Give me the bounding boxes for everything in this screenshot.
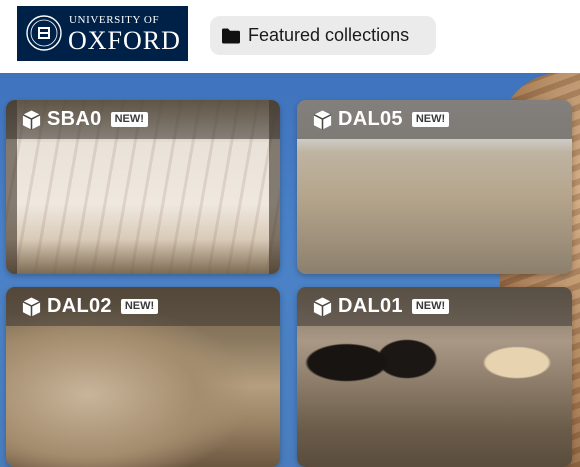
featured-collections-label: Featured collections (248, 25, 410, 45)
oxford-logo[interactable]: UNIVERSITY OF OXFORD (17, 6, 188, 61)
cube-icon (313, 109, 332, 130)
card-header: SBA0 NEW! (6, 100, 280, 139)
featured-collections-button[interactable]: Featured collections (210, 16, 436, 55)
card-title: DAL02 (47, 295, 112, 317)
new-badge: NEW! (411, 299, 450, 314)
new-badge: NEW! (110, 112, 148, 127)
folder-icon (222, 28, 240, 43)
collection-card-dal05[interactable]: DAL05 NEW! (297, 100, 572, 274)
collection-card-dal02[interactable]: DAL02 NEW! (6, 287, 280, 467)
card-header: DAL01 NEW! (297, 287, 572, 326)
logo-oxford: OXFORD (68, 26, 181, 55)
top-bar: UNIVERSITY OF OXFORD Featured collection… (0, 0, 580, 73)
card-header: DAL02 NEW! (6, 287, 280, 326)
collection-card-dal01[interactable]: DAL01 NEW! (297, 287, 572, 467)
cube-icon (22, 109, 41, 130)
crest-icon (26, 15, 62, 51)
new-badge: NEW! (411, 112, 450, 127)
new-badge: NEW! (120, 299, 159, 314)
collection-card-sba0[interactable]: SBA0 NEW! (6, 100, 280, 274)
collection-grid: SBA0 NEW! DAL05 NEW! DAL02 NEW! DAL01 NE… (0, 73, 580, 467)
card-header: DAL05 NEW! (297, 100, 572, 139)
cube-icon (313, 296, 332, 317)
card-title: DAL05 (338, 108, 403, 130)
card-title: DAL01 (338, 295, 403, 317)
cube-icon (22, 296, 41, 317)
card-title: SBA0 (47, 108, 102, 130)
logo-university-of: UNIVERSITY OF (69, 14, 160, 26)
